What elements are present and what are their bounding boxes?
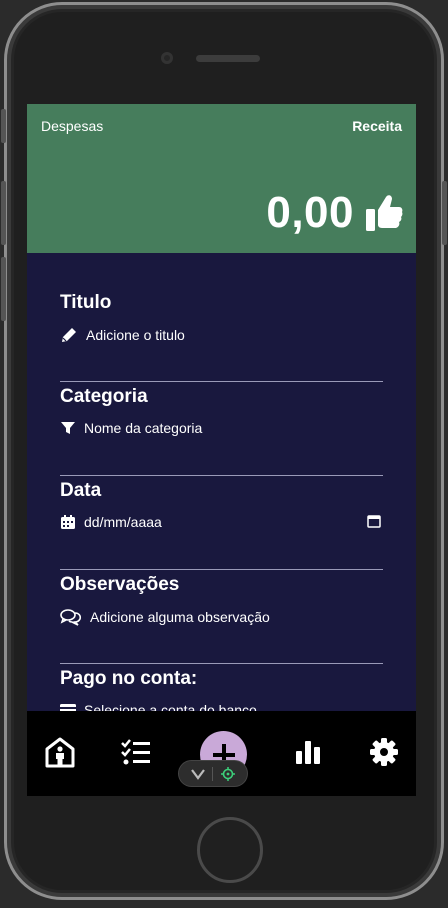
tab-despesas[interactable]: Despesas	[41, 118, 103, 134]
side-button-power	[442, 181, 447, 245]
observacoes-input[interactable]: Adicione alguma observação	[60, 608, 383, 626]
pill-divider	[212, 766, 214, 781]
field-titulo: Titulo Adicione o titulo	[60, 288, 383, 382]
nav-reports[interactable]	[291, 735, 325, 769]
amount-header: Despesas Receita 0,00	[27, 104, 416, 253]
earpiece-speaker	[196, 55, 260, 62]
categoria-placeholder: Nome da categoria	[84, 420, 203, 436]
data-placeholder: dd/mm/aaaa	[84, 514, 162, 530]
data-input[interactable]: dd/mm/aaaa	[60, 514, 383, 530]
field-label-observacoes: Observações	[60, 574, 180, 595]
gear-icon	[370, 738, 398, 766]
nav-settings[interactable]	[367, 735, 401, 769]
pencil-icon	[62, 328, 76, 342]
chevron-down-icon[interactable]	[190, 768, 205, 780]
categoria-select[interactable]: Nome da categoria	[60, 420, 383, 436]
field-label-titulo: Titulo	[60, 292, 112, 313]
field-label-categoria: Categoria	[60, 386, 148, 407]
thumbs-up-icon	[366, 195, 403, 231]
home-button[interactable]	[197, 817, 263, 883]
field-categoria: Categoria Nome da categoria	[60, 382, 383, 476]
field-label-data: Data	[60, 480, 102, 501]
task-list-icon	[121, 739, 150, 765]
dev-overlay-pill[interactable]	[178, 760, 248, 787]
date-picker-icon[interactable]	[367, 514, 381, 528]
nav-tasks[interactable]	[119, 735, 153, 769]
amount-value[interactable]: 0,00	[266, 188, 354, 238]
field-label-conta: Pago no conta:	[60, 668, 198, 689]
titulo-input[interactable]: Adicione o titulo	[60, 326, 383, 344]
comments-icon	[60, 609, 82, 626]
titulo-placeholder: Adicione o titulo	[86, 327, 185, 343]
amount-display: 0,00	[266, 188, 404, 238]
field-data: Data dd/mm/aaaa	[60, 476, 383, 570]
calendar-icon	[61, 515, 75, 529]
app-screen: Despesas Receita 0,00 Titulo Adicione o …	[27, 104, 416, 796]
field-observacoes: Observações Adicione alguma observação	[60, 570, 383, 664]
crosshair-icon[interactable]	[221, 766, 236, 781]
observacoes-placeholder: Adicione alguma observação	[90, 609, 270, 625]
nav-home[interactable]	[43, 735, 77, 769]
side-button-volume-up	[1, 181, 6, 245]
side-button-volume-down	[1, 257, 6, 321]
expense-form: Titulo Adicione o titulo Categoria Nome …	[60, 288, 383, 758]
side-button-mute	[1, 109, 6, 143]
filter-icon	[61, 422, 75, 434]
home-icon	[45, 737, 75, 768]
tab-receita[interactable]: Receita	[352, 118, 402, 134]
bar-chart-icon	[296, 741, 320, 764]
front-camera	[161, 52, 173, 64]
bottom-navigation	[27, 711, 416, 796]
